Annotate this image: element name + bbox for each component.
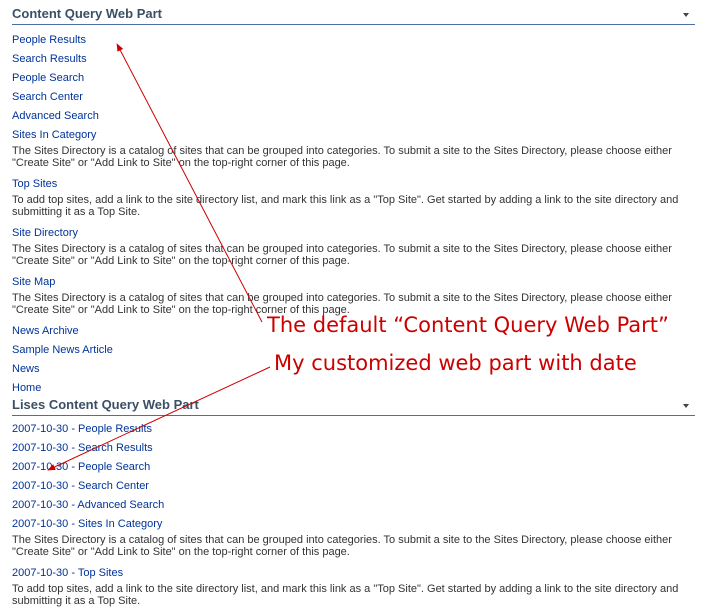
item-description: The Sites Directory is a catalog of site… — [12, 534, 672, 558]
list-item: People Results — [12, 31, 695, 50]
list-item: 2007-10-30 - Search Results — [12, 439, 695, 458]
item-link[interactable]: 2007-10-30 - People Search — [12, 458, 695, 477]
list-item: Top Sites To add top sites, add a link to… — [12, 175, 695, 218]
item-link[interactable]: 2007-10-30 - Sites In Category — [12, 515, 695, 534]
web-part-menu-arrow-icon[interactable] — [683, 404, 689, 408]
list-item: 2007-10-30 - Sites In Category The Sites … — [12, 515, 695, 558]
annotation-default-web-part: The default “Content Query Web Part” — [267, 313, 669, 337]
web-part-header: Content Query Web Part — [12, 2, 695, 25]
item-link[interactable]: People Search — [12, 69, 695, 88]
item-link[interactable]: Site Map — [12, 273, 695, 292]
content-query-web-part: Content Query Web Part People Results Sea… — [12, 2, 695, 398]
item-link[interactable]: 2007-10-30 - Search Center — [12, 477, 695, 496]
annotation-customized-web-part: My customized web part with date — [274, 351, 637, 375]
item-link[interactable]: Search Results — [12, 50, 695, 69]
list-item: 2007-10-30 - Advanced Search — [12, 496, 695, 515]
item-link[interactable]: Sites In Category — [12, 126, 695, 145]
item-link[interactable]: Site Directory — [12, 224, 695, 243]
list-item: Sites In Category The Sites Directory is … — [12, 126, 695, 169]
web-part-menu-arrow-icon[interactable] — [683, 13, 689, 17]
list-item: People Search — [12, 69, 695, 88]
web-part-title: Content Query Web Part — [12, 6, 163, 21]
web-part-title: Lises Content Query Web Part — [12, 397, 199, 412]
list-item: 2007-10-30 - People Results — [12, 420, 695, 439]
item-link[interactable]: 2007-10-30 - Advanced Search — [12, 496, 695, 515]
item-link[interactable]: Search Center — [12, 88, 695, 107]
item-link[interactable]: 2007-10-30 - Top Sites — [12, 564, 695, 583]
list-item: 2007-10-30 - Top Sites To add top sites, … — [12, 564, 695, 607]
web-part-item-list: People Results Search Results People Searc… — [12, 31, 695, 398]
list-item: 2007-10-30 - People Search — [12, 458, 695, 477]
item-link[interactable]: People Results — [12, 31, 695, 50]
item-description: To add top sites, add a link to the site… — [12, 583, 679, 607]
item-link[interactable]: 2007-10-30 - Search Results — [12, 439, 695, 458]
lises-content-query-web-part: Lises Content Query Web Part 2007-10-30 … — [12, 393, 695, 613]
list-item: Search Center — [12, 88, 695, 107]
item-link[interactable]: Advanced Search — [12, 107, 695, 126]
web-part-header: Lises Content Query Web Part — [12, 393, 695, 416]
list-item: Site Map The Sites Directory is a catalog… — [12, 273, 695, 316]
web-part-item-list: 2007-10-30 - People Results 2007-10-30 - … — [12, 420, 695, 607]
list-item: 2007-10-30 - Search Center — [12, 477, 695, 496]
list-item: Site Directory The Sites Directory is a c… — [12, 224, 695, 267]
item-description: The Sites Directory is a catalog of site… — [12, 145, 672, 169]
item-link[interactable]: Top Sites — [12, 175, 695, 194]
item-description: To add top sites, add a link to the site… — [12, 194, 679, 218]
item-description: The Sites Directory is a catalog of site… — [12, 243, 672, 267]
list-item: Advanced Search — [12, 107, 695, 126]
list-item: Search Results — [12, 50, 695, 69]
item-link[interactable]: 2007-10-30 - People Results — [12, 420, 695, 439]
